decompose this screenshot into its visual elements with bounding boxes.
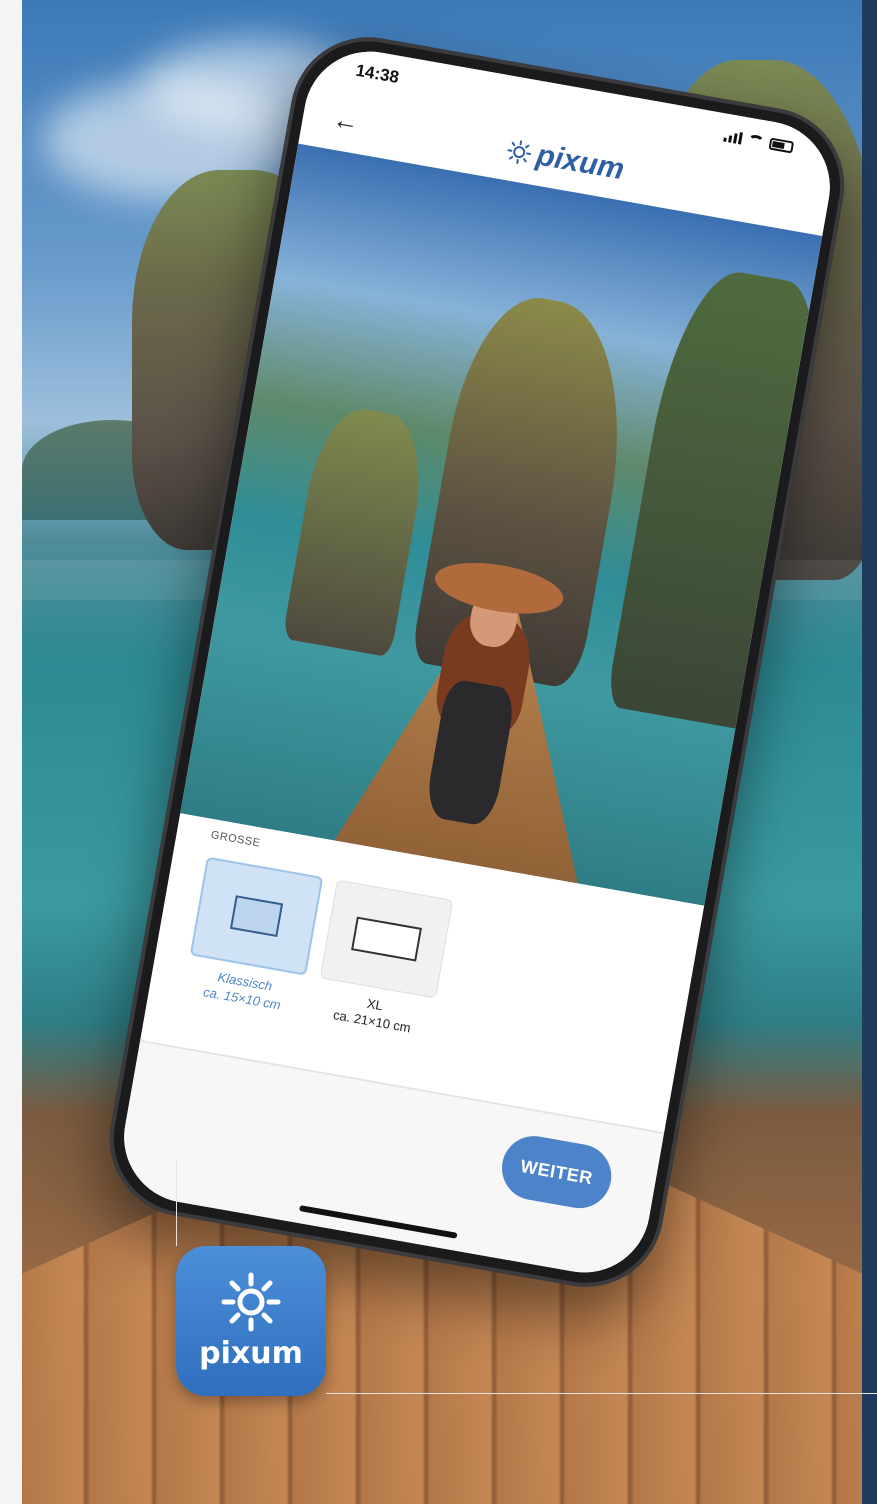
continue-button[interactable]: WEITER (496, 1131, 617, 1214)
size-section-label: GROSSE (209, 829, 262, 850)
pixum-sun-icon (505, 138, 533, 166)
size-option-klassisch[interactable] (189, 856, 324, 976)
format-classic-icon (229, 895, 284, 938)
app-icon-label: pixum (199, 1335, 303, 1371)
sun-icon (221, 1272, 281, 1331)
decorative-line (176, 1160, 177, 1246)
pixum-app-icon: pixum (176, 1246, 326, 1396)
decorative-line (326, 1393, 877, 1394)
pixum-logo: pixum (504, 133, 627, 187)
back-arrow-icon[interactable]: ← (330, 104, 362, 139)
page-left-margin (0, 0, 22, 1504)
signal-icon (723, 130, 743, 145)
page-right-margin (862, 0, 877, 1504)
format-xl-icon (351, 916, 422, 962)
size-option-xl[interactable] (319, 879, 454, 999)
wifi-icon (746, 133, 765, 149)
photo-rock (282, 401, 433, 658)
logo-text: pixum (533, 138, 627, 187)
status-time: 14:38 (354, 60, 401, 87)
status-icons (723, 130, 795, 154)
battery-icon (768, 137, 795, 154)
